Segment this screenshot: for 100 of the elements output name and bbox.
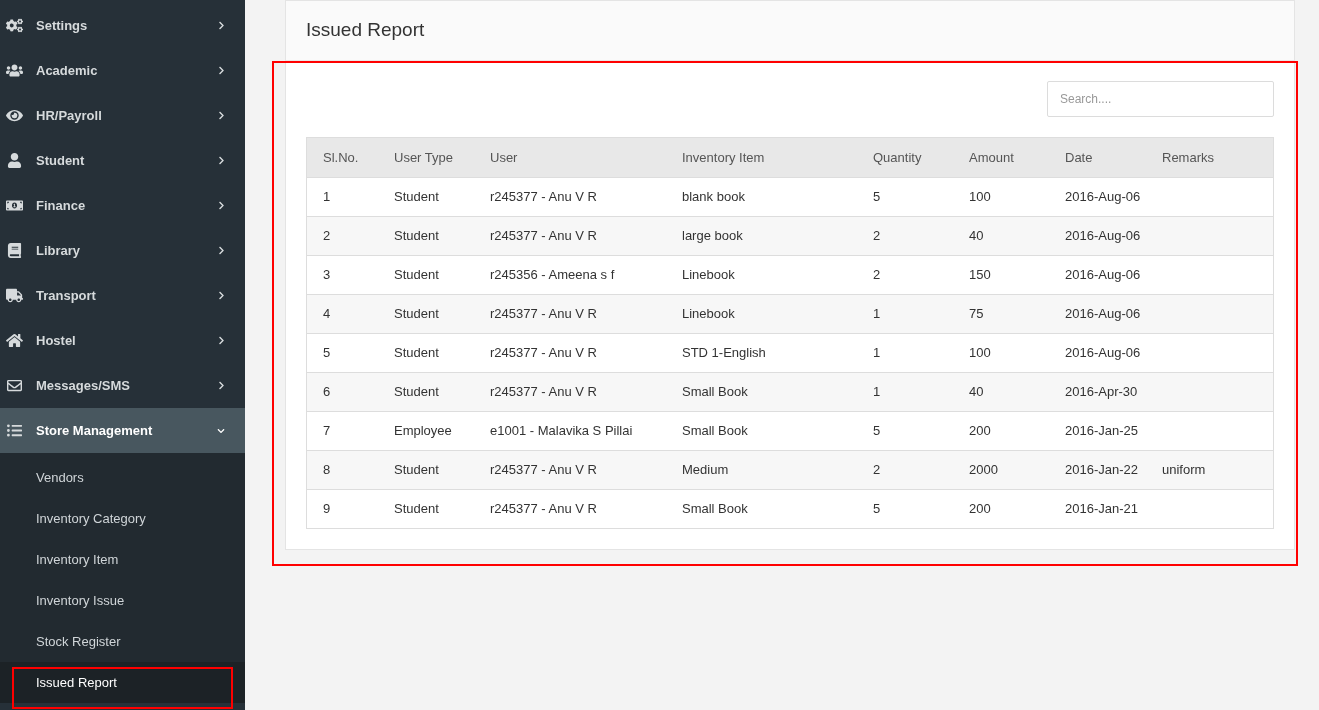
- table-cell-text: 2016-Jan-25: [1064, 422, 1139, 441]
- table-cell-text: 2: [872, 227, 882, 246]
- sidebar-item[interactable]: Store Management: [0, 408, 245, 453]
- table-cell-text: 100: [968, 188, 992, 207]
- banknote-icon: [6, 198, 23, 213]
- column-header: Date: [1064, 148, 1094, 167]
- sidebar-item[interactable]: Library: [0, 228, 245, 273]
- table-cell-text: r245377 - Anu V R: [489, 188, 598, 207]
- table-cell-text: 2: [872, 266, 882, 285]
- table-cell-text: 2016-Aug-06: [1064, 344, 1142, 363]
- submenu-item[interactable]: Inventory Category: [0, 498, 245, 539]
- column-header: Amount: [968, 148, 1015, 167]
- column-header: Inventory Item: [681, 148, 766, 167]
- table-cell-text: 2016-Aug-06: [1064, 266, 1142, 285]
- table-cell-text: 1: [872, 305, 882, 324]
- table-cell-text: 200: [968, 422, 992, 441]
- table-cell-text: r245377 - Anu V R: [489, 383, 598, 402]
- table-cell-text: 9: [322, 500, 332, 519]
- column-header: Quantity: [872, 148, 923, 167]
- table-cell-text: 5: [872, 188, 882, 207]
- chevron-right-icon: [218, 246, 225, 255]
- table-cell-text: r245377 - Anu V R: [489, 344, 598, 363]
- table-cell-text: r245377 - Anu V R: [489, 500, 598, 519]
- table-cell-text: 40: [968, 227, 985, 246]
- table-cell-text: 200: [968, 500, 992, 519]
- submenu-item[interactable]: Vendors: [0, 457, 245, 498]
- table-cell-text: 5: [322, 344, 332, 363]
- table-cell-text: 2016-Aug-06: [1064, 188, 1142, 207]
- sidebar-item[interactable]: Hostel: [0, 318, 245, 363]
- table-cell-text: 1: [322, 188, 332, 207]
- table-cell-text: 2016-Aug-06: [1064, 227, 1142, 246]
- table-cell-text: Student: [393, 344, 440, 363]
- table-cell-text: r245356 - Ameena s f: [489, 266, 616, 285]
- submenu-item[interactable]: Inventory Item: [0, 539, 245, 580]
- person-icon: [6, 153, 23, 168]
- table-cell-text: 2016-Aug-06: [1064, 305, 1142, 324]
- people-icon: [6, 63, 23, 78]
- table-cell-text: 2016-Apr-30: [1064, 383, 1139, 402]
- panel-title: Issued Report: [306, 18, 425, 43]
- table-cell-text: 40: [968, 383, 985, 402]
- submenu-item[interactable]: Issued Report: [0, 662, 245, 703]
- table-cell-text: Student: [393, 500, 440, 519]
- table-cell-text: 2: [872, 461, 882, 480]
- chevron-right-icon: [218, 111, 225, 120]
- table-cell-text: Student: [393, 266, 440, 285]
- eye-icon: [6, 108, 23, 123]
- chevron-down-icon: [217, 426, 225, 435]
- column-header: Remarks: [1161, 148, 1215, 167]
- table-cell-text: 150: [968, 266, 992, 285]
- house-icon: [6, 333, 23, 348]
- table-cell-text: 2: [322, 227, 332, 246]
- table-cell-text: uniform: [1161, 461, 1207, 480]
- table-cell-text: Employee: [393, 422, 453, 441]
- table-cell-text: blank book: [681, 188, 746, 207]
- table-cell-text: 75: [968, 305, 985, 324]
- sidebar-item[interactable]: Student: [0, 138, 245, 183]
- table-cell-text: 4: [322, 305, 332, 324]
- sidebar-item[interactable]: Academic: [0, 48, 245, 93]
- table-cell-text: Small Book: [681, 422, 749, 441]
- table-cell-text: 5: [872, 422, 882, 441]
- column-header: User: [489, 148, 519, 167]
- column-header: Sl.No.: [322, 148, 360, 167]
- table-cell-text: 3: [322, 266, 332, 285]
- sidebar-item[interactable]: HR/Payroll: [0, 93, 245, 138]
- list-icon: [6, 423, 23, 438]
- table-cell-text: Small Book: [681, 383, 749, 402]
- envelope-icon: [6, 378, 23, 393]
- table-cell-text: r245377 - Anu V R: [489, 227, 598, 246]
- chevron-right-icon: [218, 201, 225, 210]
- table-cell-text: Linebook: [681, 266, 736, 285]
- table-cell-text: 2000: [968, 461, 999, 480]
- table-cell-text: 2016-Jan-22: [1064, 461, 1139, 480]
- chevron-right-icon: [218, 291, 225, 300]
- chevron-right-icon: [218, 381, 225, 390]
- gears-icon: [6, 18, 23, 33]
- sidebar-item[interactable]: Settings: [0, 3, 245, 48]
- table-cell-text: 1: [872, 383, 882, 402]
- chevron-right-icon: [218, 156, 225, 165]
- table-cell-text: 6: [322, 383, 332, 402]
- table-cell-text: 8: [322, 461, 332, 480]
- chevron-right-icon: [218, 21, 225, 30]
- table-cell-text: Small Book: [681, 500, 749, 519]
- table-cell-text: 7: [322, 422, 332, 441]
- submenu-item[interactable]: Stock Register: [0, 621, 245, 662]
- sidebar-item[interactable]: Transport: [0, 273, 245, 318]
- table-cell-text: Medium: [681, 461, 730, 480]
- search-field[interactable]: Search....: [1047, 81, 1274, 117]
- table-cell-text: r245377 - Anu V R: [489, 461, 598, 480]
- table-cell-text: Student: [393, 227, 440, 246]
- table-cell-text: e1001 - Malavika S Pillai: [489, 422, 634, 441]
- chevron-right-icon: [218, 336, 225, 345]
- sidebar-item[interactable]: Finance: [0, 183, 245, 228]
- table-cell-text: 2016-Jan-21: [1064, 500, 1139, 519]
- sidebar-item[interactable]: Messages/SMS: [0, 363, 245, 408]
- submenu-item[interactable]: Inventory Issue: [0, 580, 245, 621]
- table-cell-text: r245377 - Anu V R: [489, 305, 598, 324]
- table-cell-text: Linebook: [681, 305, 736, 324]
- chevron-right-icon: [218, 66, 225, 75]
- table-cell-text: Student: [393, 461, 440, 480]
- table-cell-text: 100: [968, 344, 992, 363]
